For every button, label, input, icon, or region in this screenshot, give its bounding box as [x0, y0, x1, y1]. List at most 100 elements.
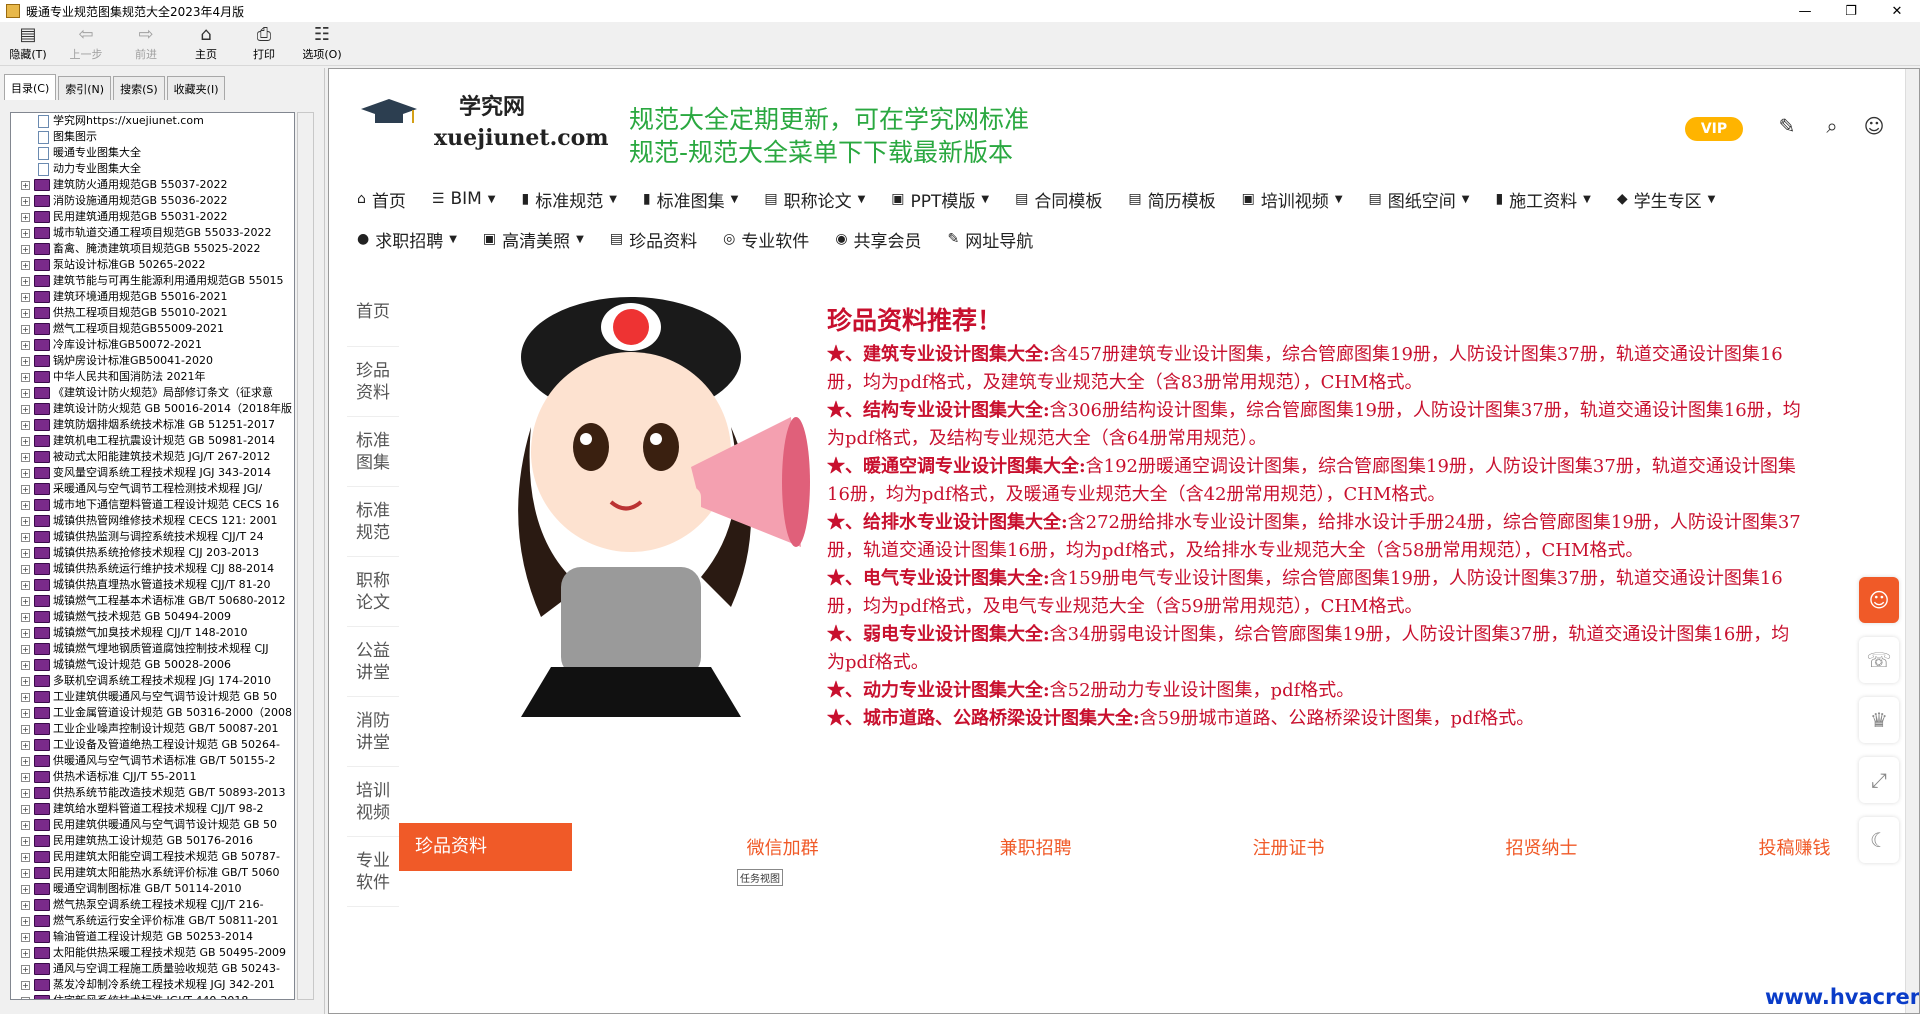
tree-item[interactable]: + 多联机空调系统工程技术规程 JGJ 174-2010 [11, 673, 294, 689]
expand-icon[interactable]: + [21, 388, 30, 398]
tree-item[interactable]: + 太阳能供热采暖工程技术规范 GB 50495-2009 [11, 945, 294, 961]
tree-item[interactable]: + 蒸发冷却制冷系统工程技术规程 JGJ 342-201 [11, 977, 294, 993]
tree-item[interactable]: + 泵站设计标准GB 50265-2022 [11, 257, 294, 273]
contents-tree[interactable]: 学究网https://xuejiunet.com 图集图示 暖通专业图集大全 动力专业… [10, 112, 295, 1000]
nav-item[interactable]: ● 求职招聘 ▼ [357, 227, 457, 252]
side-menu-item[interactable]: 珍品资料 [347, 347, 399, 417]
expand-icon[interactable]: + [21, 916, 30, 926]
tab-contents[interactable]: 目录(C) [4, 74, 57, 100]
tree-item[interactable]: + 城镇燃气设计规范 GB 50028-2006 [11, 657, 294, 673]
expand-icon[interactable]: + [21, 468, 30, 478]
tree-item[interactable]: + 工业建筑供暖通风与空气调节设计规范 GB 50 [11, 689, 294, 705]
tree-item[interactable]: + 城镇燃气埋地钢质管道腐蚀控制技术规程 CJJ [11, 641, 294, 657]
expand-icon[interactable]: + [21, 740, 30, 750]
nav-item[interactable]: ◉ 共享会员 [835, 227, 921, 252]
tree-item[interactable]: + 供暖通风与空气调节术语标准 GB/T 50155-2 [11, 753, 294, 769]
tree-item[interactable]: + 民用建筑供暖通风与空气调节设计规范 GB 50 [11, 817, 294, 833]
nav-item[interactable]: ▣ PPT模版 ▼ [891, 187, 989, 212]
nav-item[interactable]: ▤ 合同模板 [1015, 187, 1102, 212]
side-menu-item[interactable]: 公益讲堂 [347, 627, 399, 697]
home-button[interactable]: ⌂ 主页 [178, 24, 234, 64]
tree-item[interactable]: + 输油管道工程设计规范 GB 50253-2014 [11, 929, 294, 945]
tree-item[interactable]: + 工业设备及管道绝热工程设计规范 GB 50264- [11, 737, 294, 753]
tree-item[interactable]: + 城镇供热系统抢修技术规程 CJJ 203-2013 [11, 545, 294, 561]
tree-scrollbar[interactable] [297, 112, 314, 1000]
nav-item[interactable]: ▤ 珍品资料 [610, 227, 697, 252]
bottom-tab[interactable]: 微信加群 [656, 834, 909, 860]
tree-item[interactable]: + 建筑防烟排烟系统技术标准 GB 51251-2017 [11, 417, 294, 433]
expand-icon[interactable]: + [21, 804, 30, 814]
expand-icon[interactable]: + [21, 692, 30, 702]
expand-icon[interactable]: + [21, 820, 30, 830]
hide-button[interactable]: ▤ 隐藏(T) [0, 24, 56, 64]
tree-item[interactable]: + 建筑防火通用规范GB 55037-2022 [11, 177, 294, 193]
promo-item[interactable]: ★、动力专业设计图集大全:含52册动力专业设计图集，pdf格式。 [827, 677, 1807, 705]
expand-icon[interactable]: + [21, 292, 30, 302]
tree-item[interactable]: + 民用建筑通用规范GB 55031-2022 [11, 209, 294, 225]
nav-item[interactable]: ▮ 施工资料 ▼ [1495, 187, 1590, 212]
expand-icon[interactable]: + [21, 340, 30, 350]
expand-icon[interactable]: + [21, 852, 30, 862]
nav-item[interactable]: ☰ BIM ▼ [432, 189, 496, 209]
expand-icon[interactable]: + [21, 660, 30, 670]
dark-mode-icon[interactable]: ☾ [1859, 817, 1899, 863]
expand-icon[interactable]: + [21, 436, 30, 446]
expand-icon[interactable]: + [21, 756, 30, 766]
promo-item[interactable]: ★、城市道路、公路桥梁设计图集大全:含59册城市道路、公路桥梁设计图集，pdf格… [827, 705, 1807, 733]
expand-icon[interactable]: + [21, 772, 30, 782]
tree-item[interactable]: + 暖通空调制图标准 GB/T 50114-2010 [11, 881, 294, 897]
nav-item[interactable]: ▤ 简历模板 [1128, 187, 1215, 212]
promo-item[interactable]: ★、暖通空调专业设计图集大全:含192册暖通空调设计图集，综合管廊图集19册，人… [827, 453, 1807, 509]
side-menu-item[interactable]: 培训视频 [347, 767, 399, 837]
expand-icon[interactable]: + [21, 260, 30, 270]
tree-item[interactable]: + 供热术语标准 CJJ/T 55-2011 [11, 769, 294, 785]
crown-icon[interactable]: ♛ [1859, 697, 1899, 743]
nav-item[interactable]: ▮ 标准图集 ▼ [643, 187, 738, 212]
tree-item[interactable]: + 变风量空调系统工程技术规程 JGJ 343-2014 [11, 465, 294, 481]
expand-icon[interactable]: + [21, 596, 30, 606]
expand-icon[interactable]: + [21, 932, 30, 942]
expand-icon[interactable]: + [21, 948, 30, 958]
tree-item[interactable]: + 供热工程项目规范GB 55010-2021 [11, 305, 294, 321]
tree-item[interactable]: + 城镇供热监测与调控系统技术规程 CJJ/T 24 [11, 529, 294, 545]
minimize-icon[interactable]: — [1782, 0, 1828, 22]
restore-icon[interactable]: ❐ [1828, 0, 1874, 22]
expand-icon[interactable]: + [21, 212, 30, 222]
promo-item[interactable]: ★、结构专业设计图集大全:含306册结构设计图集，综合管廊图集19册，人防设计图… [827, 397, 1807, 453]
tree-item[interactable]: + 建筑机电工程抗震设计规范 GB 50981-2014 [11, 433, 294, 449]
expand-icon[interactable]: + [21, 628, 30, 638]
promo-item[interactable]: ★、电气专业设计图集大全:含159册电气专业设计图集，综合管廊图集19册，人防设… [827, 565, 1807, 621]
expand-icon[interactable]: + [21, 884, 30, 894]
side-menu-item[interactable]: 职称论文 [347, 557, 399, 627]
nav-item[interactable]: ▤ 职称论文 ▼ [764, 187, 865, 212]
tree-item[interactable]: + 燃气系统运行安全评价标准 GB/T 50811-201 [11, 913, 294, 929]
expand-icon[interactable]: + [21, 644, 30, 654]
tree-item[interactable]: + 建筑设计防火规范 GB 50016-2014（2018年版 [11, 401, 294, 417]
expand-icon[interactable]: + [21, 420, 30, 430]
expand-icon[interactable]: + [21, 228, 30, 238]
tree-item[interactable]: + 建筑给水塑料管道工程技术规程 CJJ/T 98-2 [11, 801, 294, 817]
expand-icon[interactable]: + [21, 500, 30, 510]
nav-item[interactable]: ◎ 专业软件 [723, 227, 809, 252]
expand-icon[interactable]: + [21, 836, 30, 846]
expand-icon[interactable]: + [21, 356, 30, 366]
tab-favorites[interactable]: 收藏夹(I) [166, 76, 226, 100]
tab-index[interactable]: 索引(N) [58, 76, 112, 100]
side-menu-item[interactable]: 消防讲堂 [347, 697, 399, 767]
expand-icon[interactable]: + [21, 612, 30, 622]
tree-item[interactable]: + 锅炉房设计标准GB50041-2020 [11, 353, 294, 369]
user-avatar-icon[interactable]: ☺ [1861, 113, 1887, 139]
tree-item[interactable]: + 城镇燃气加臭技术规程 CJJ/T 148-2010 [11, 625, 294, 641]
expand-icon[interactable]: + [21, 484, 30, 494]
expand-icon[interactable]: + [21, 580, 30, 590]
tree-item[interactable]: + 城镇供热系统运行维护技术规程 CJJ 88-2014 [11, 561, 294, 577]
tree-item[interactable]: + 畜禽、腌渍建筑项目规范GB 55025-2022 [11, 241, 294, 257]
expand-icon[interactable]: + [21, 676, 30, 686]
tree-item[interactable]: + 通风与空调工程施工质量验收规范 GB 50243- [11, 961, 294, 977]
expand-icon[interactable]: + [21, 180, 30, 190]
nav-item[interactable]: ◆ 学生专区 ▼ [1617, 187, 1715, 212]
nav-item[interactable]: ▣ 培训视频 ▼ [1242, 187, 1343, 212]
tree-item[interactable]: + 冷库设计标准GB50072-2021 [11, 337, 294, 353]
side-menu-item[interactable]: 标准图集 [347, 417, 399, 487]
expand-icon[interactable]: + [21, 324, 30, 334]
